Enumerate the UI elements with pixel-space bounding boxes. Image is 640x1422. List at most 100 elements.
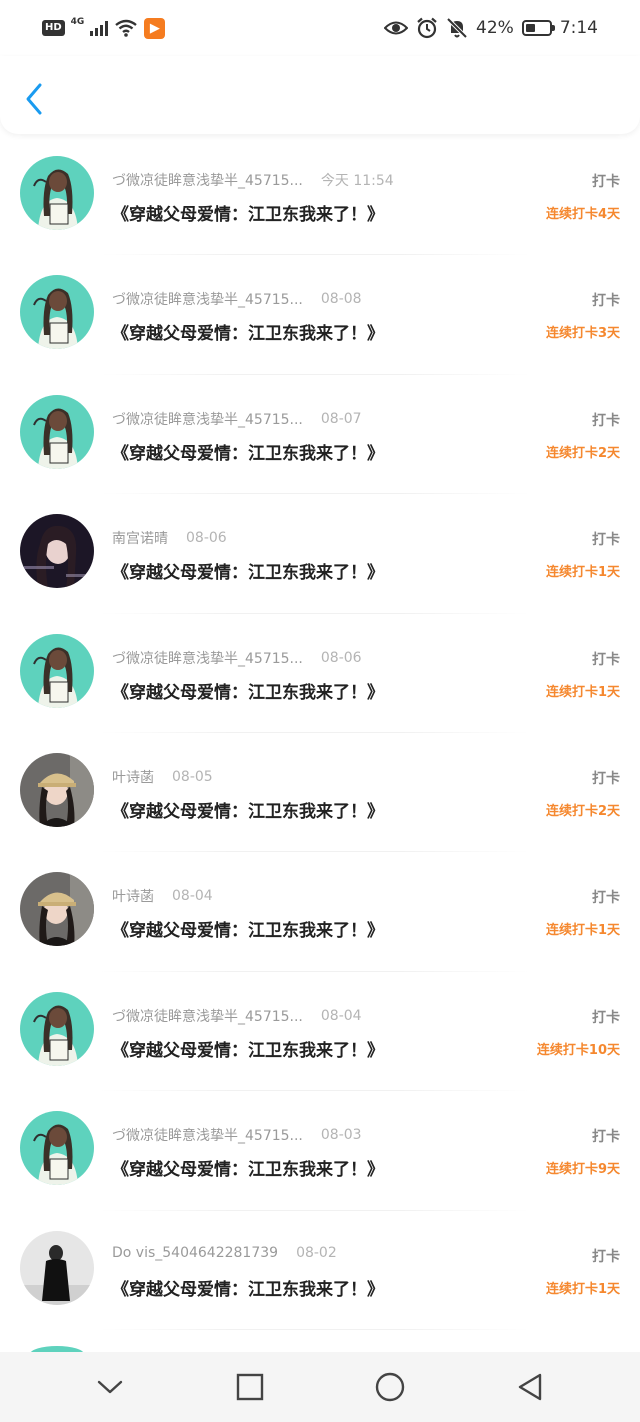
- row-meta: づ微凉徒眸意浅挚半_45715... 08-04: [112, 1006, 362, 1026]
- user-name[interactable]: づ微凉徒眸意浅挚半_45715...: [112, 170, 303, 190]
- clock: 7:14: [559, 18, 598, 38]
- row-meta: づ微凉徒眸意浅挚半_45715... 08-07: [112, 409, 362, 429]
- checkin-row[interactable]: づ微凉徒眸意浅挚半_45715... 08-04 《穿越父母爱情：江卫东我来了！》 打…: [0, 972, 640, 1092]
- streak-label: 连续打卡1天: [545, 923, 620, 939]
- checkin-row[interactable]: づ微凉徒眸意浅挚半_45715... 08-06 《穿越父母爱情：江卫东我来了！》 打…: [0, 614, 640, 733]
- signal-icon: [90, 20, 109, 36]
- checkin-tag: 打卡: [592, 1129, 620, 1146]
- avatar[interactable]: [20, 514, 94, 589]
- streak-label: 连续打卡4天: [545, 207, 620, 222]
- status-right: 42% 7:14: [384, 14, 598, 42]
- checkin-tag: 打卡: [592, 293, 620, 310]
- book-title[interactable]: 《穿越父母爱情：江卫东我来了！》: [112, 439, 384, 464]
- checkin-tag: 打卡: [592, 532, 620, 549]
- row-meta: づ微凉徒眸意浅挚半_45715... 今天 11:54: [112, 170, 394, 190]
- book-title[interactable]: 《穿越父母爱情：江卫东我来了！》: [112, 678, 384, 703]
- checkin-date: 08-04: [320, 1007, 362, 1024]
- checkin-tag: 打卡: [592, 412, 620, 429]
- battery-fill: [525, 24, 535, 32]
- checkin-row[interactable]: 南宫诺晴 08-06 《穿越父母爱情：江卫东我来了！》 打卡连续打卡1天: [0, 494, 640, 614]
- avatar[interactable]: [20, 156, 94, 230]
- checkin-row[interactable]: づ微凉徒眸意浅挚半_45715... 今天 11:54 《穿越父母爱情：江卫东我来了…: [0, 136, 640, 256]
- user-name[interactable]: Do vis_5404642281739: [112, 1245, 278, 1261]
- avatar[interactable]: [20, 394, 94, 469]
- checkin-tag: 打卡: [592, 174, 620, 190]
- checkin-date: 今天 11:54: [320, 173, 394, 189]
- streak-label: 连续打卡2天: [545, 445, 620, 461]
- user-name[interactable]: づ微凉徒眸意浅挚半_45715...: [112, 409, 303, 429]
- row-divider: [100, 1328, 530, 1330]
- avatar[interactable]: [20, 1230, 94, 1305]
- book-title[interactable]: 《穿越父母爱情：江卫东我来了！》: [112, 319, 384, 344]
- book-title[interactable]: 《穿越父母爱情：江卫东我来了！》: [112, 1036, 384, 1061]
- status-bar: HD 4G ▶ 42% 7:14: [0, 0, 640, 56]
- battery-percent: 42%: [476, 18, 514, 38]
- checkin-date: 08-05: [172, 768, 213, 785]
- checkin-date: 08-04: [172, 888, 213, 905]
- checkin-row[interactable]: Do vis_5404642281739 08-02 《穿越父母爱情：江卫东我来了！…: [0, 1211, 640, 1330]
- home-icon[interactable]: [366, 1363, 414, 1411]
- user-name[interactable]: づ微凉徒眸意浅挚半_45715...: [112, 1006, 303, 1026]
- eye-icon: [384, 21, 409, 35]
- checkin-date: 08-02: [296, 1244, 337, 1261]
- chevron-left-icon[interactable]: [22, 82, 52, 116]
- collapse-icon[interactable]: [86, 1363, 134, 1411]
- wifi-icon: [115, 19, 138, 37]
- avatar[interactable]: [20, 633, 94, 708]
- avatar[interactable]: [20, 872, 94, 947]
- avatar[interactable]: [20, 275, 94, 350]
- user-name[interactable]: 南宫诺晴: [112, 528, 168, 548]
- streak-label: 连续打卡1天: [545, 565, 620, 581]
- checkin-row[interactable]: 叶诗菡 08-04 《穿越父母爱情：江卫东我来了！》 打卡连续打卡1天: [0, 852, 640, 972]
- status-left: HD 4G ▶: [42, 16, 166, 40]
- mute-bell-icon: [446, 17, 468, 39]
- back-icon[interactable]: [506, 1363, 554, 1411]
- user-name[interactable]: づ微凉徒眸意浅挚半_45715...: [112, 289, 303, 309]
- top-app-bar: [0, 56, 640, 134]
- hd-badge: HD: [42, 20, 65, 36]
- checkin-row[interactable]: づ微凉徒眸意浅挚半_45715... 08-08 《穿越父母爱情：江卫东我来了！》 打…: [0, 255, 640, 375]
- book-title[interactable]: 《穿越父母爱情：江卫东我来了！》: [112, 1155, 384, 1180]
- row-meta: Do vis_5404642281739 08-02: [112, 1245, 337, 1261]
- checkin-tag: 打卡: [592, 770, 620, 787]
- row-meta: 南宫诺晴 08-06: [112, 528, 227, 548]
- checkin-date: 08-08: [320, 291, 362, 308]
- checkin-date: 08-03: [320, 1127, 362, 1144]
- alarm-icon: [417, 17, 437, 39]
- row-meta: 叶诗菡 08-04: [112, 886, 213, 906]
- checkin-tag: 打卡: [592, 1009, 620, 1026]
- streak-label: 连续打卡2天: [545, 803, 620, 819]
- streak-label: 连续打卡3天: [545, 326, 620, 342]
- checkin-date: 08-06: [186, 530, 227, 547]
- streak-label: 连续打卡1天: [545, 1281, 620, 1297]
- row-meta: 叶诗菡 08-05: [112, 767, 213, 787]
- system-nav-bar: [0, 1352, 640, 1422]
- user-name[interactable]: 叶诗菡: [112, 886, 154, 906]
- checkin-date: 08-07: [320, 410, 362, 427]
- book-title[interactable]: 《穿越父母爱情：江卫东我来了！》: [112, 200, 384, 225]
- book-title[interactable]: 《穿越父母爱情：江卫东我来了！》: [112, 558, 384, 583]
- streak-label: 连续打卡9天: [545, 1162, 620, 1178]
- checkin-tag: 打卡: [592, 651, 620, 668]
- avatar[interactable]: [20, 1111, 94, 1186]
- user-name[interactable]: づ微凉徒眸意浅挚半_45715...: [112, 1125, 303, 1145]
- book-title[interactable]: 《穿越父母爱情：江卫东我来了！》: [112, 1275, 384, 1300]
- checkin-tag: 打卡: [592, 1248, 620, 1265]
- checkin-date: 08-06: [320, 649, 362, 666]
- checkin-row[interactable]: 叶诗菡 08-05 《穿越父母爱情：江卫东我来了！》 打卡连续打卡2天: [0, 733, 640, 853]
- checkin-tag: 打卡: [592, 890, 620, 907]
- avatar[interactable]: [20, 752, 94, 827]
- checkin-list: づ微凉徒眸意浅挚半_45715... 今天 11:54 《穿越父母爱情：江卫东我来了…: [0, 136, 640, 1330]
- row-meta: づ微凉徒眸意浅挚半_45715... 08-08: [112, 289, 362, 309]
- avatar[interactable]: [20, 991, 94, 1066]
- recents-icon[interactable]: [226, 1363, 274, 1411]
- row-meta: づ微凉徒眸意浅挚半_45715... 08-06: [112, 648, 362, 668]
- user-name[interactable]: づ微凉徒眸意浅挚半_45715...: [112, 648, 303, 668]
- book-title[interactable]: 《穿越父母爱情：江卫东我来了！》: [112, 916, 384, 941]
- checkin-row[interactable]: づ微凉徒眸意浅挚半_45715... 08-03 《穿越父母爱情：江卫东我来了！》 打…: [0, 1091, 640, 1211]
- book-title[interactable]: 《穿越父母爱情：江卫东我来了！》: [112, 797, 384, 822]
- streak-label: 连续打卡10天: [536, 1042, 620, 1058]
- network-type: 4G: [70, 17, 85, 27]
- checkin-row[interactable]: づ微凉徒眸意浅挚半_45715... 08-07 《穿越父母爱情：江卫东我来了！》 打…: [0, 375, 640, 495]
- user-name[interactable]: 叶诗菡: [112, 767, 154, 787]
